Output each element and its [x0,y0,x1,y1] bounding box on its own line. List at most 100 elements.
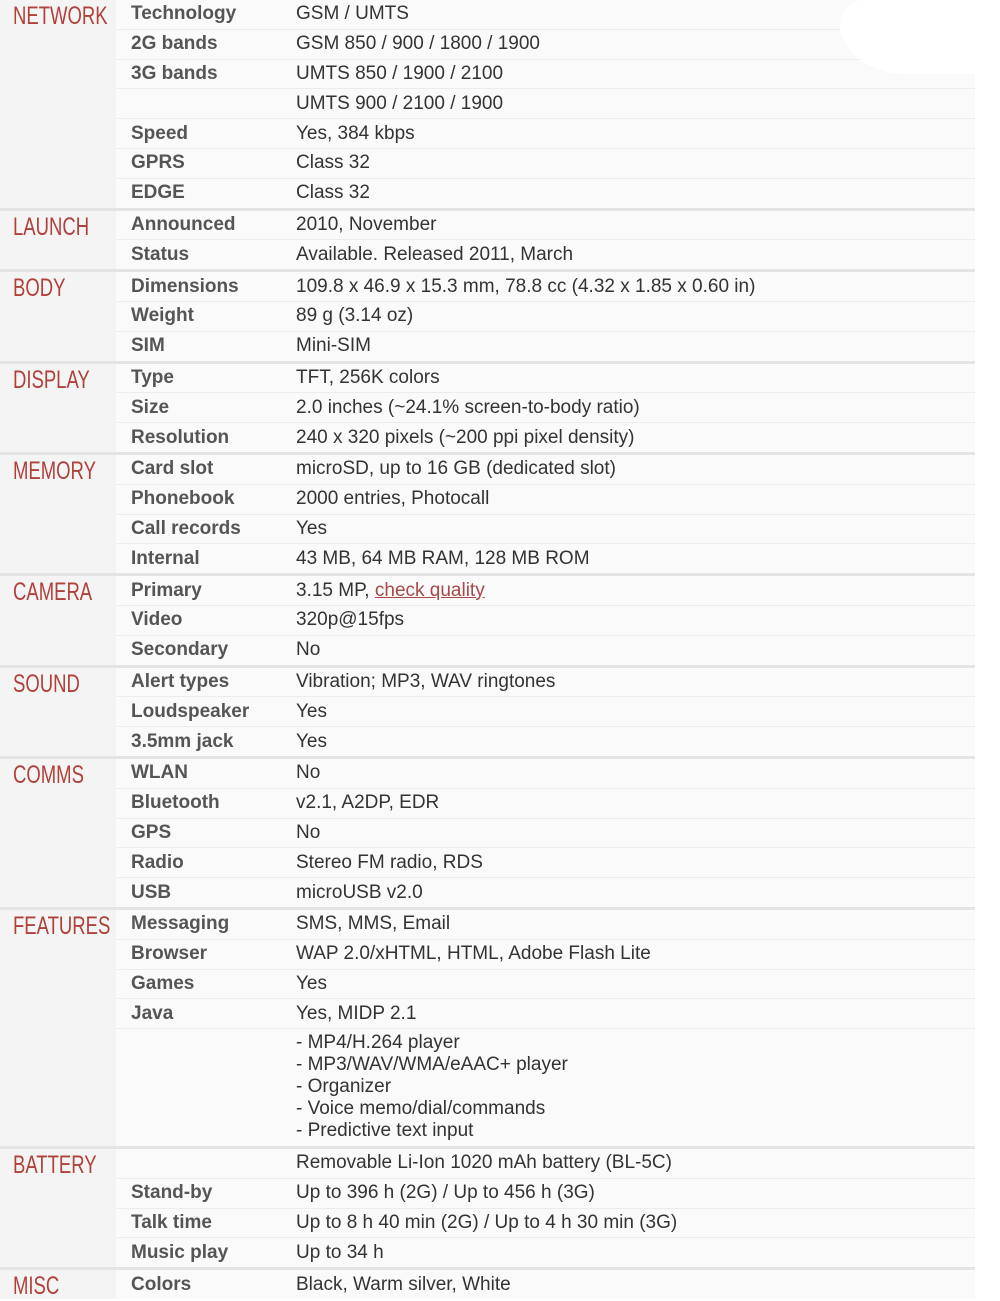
spec-title: 2G bands [131,33,218,55]
section-header: CAMERA [0,576,116,665]
section-title: BODY [13,274,66,303]
spec-row: Call records Yes [116,513,975,544]
spec-row: Status Available. Released 2011, March [116,239,975,269]
spec-title: Secondary [131,639,229,661]
section-header: COMMS [0,758,116,907]
spec-title: Bluetooth [131,792,220,814]
spec-title: Games [131,972,195,994]
spec-value: No [296,821,321,843]
spec-row: Type TFT, 256K colors [116,364,975,393]
spec-row: Resolution 240 x 320 pixels (~200 ppi pix… [116,422,975,452]
spec-value: 2000 entries, Photocall [296,488,490,510]
spec-row: Card slot microSD, up to 16 GB (dedicated… [116,455,975,484]
spec-value: Yes, MIDP 2.1 [296,1002,417,1024]
spec-value: microSD, up to 16 GB (dedicated slot) [296,458,616,480]
spec-row: Internal 43 MB, 64 MB RAM, 128 MB ROM [116,543,975,573]
spec-row: Speed Yes, 384 kbps [116,118,975,148]
spec-section-sound: SOUND Alert types Vibration; MP3, WAV ring… [0,664,975,756]
spec-value: 240 x 320 pixels (~200 ppi pixel density… [296,426,635,448]
section-title: CAMERA [13,578,93,607]
spec-title: Video [131,609,183,631]
spec-row: 3.5mm jack Yes [116,726,975,756]
spec-title: Java [131,1002,174,1024]
section-header: MISC [0,1270,116,1301]
spec-title: Speed [131,122,189,144]
spec-title: GPS [131,821,172,843]
spec-title: Internal [131,547,200,569]
spec-value: Vibration; MP3, WAV ringtones [296,670,556,692]
overlay-blob [840,0,1000,74]
section-header: FEATURES [0,909,116,1147]
spec-title: Technology [131,3,237,25]
spec-value: Yes [296,517,327,539]
spec-section-misc: MISC Colors Black, Warm silver, White [0,1267,975,1301]
spec-section-body: BODY Dimensions 109.8 x 46.9 x 15.3 mm, 78… [0,269,975,361]
spec-value: 3.15 MP, check quality [281,580,975,602]
spec-value: 2.0 inches (~24.1% screen-to-body ratio) [296,396,640,418]
spec-value: Yes, 384 kbps [296,122,415,144]
spec-value: TFT, 256K colors [296,366,440,388]
spec-value: Black, Warm silver, White [296,1273,511,1295]
spec-value: v2.1, A2DP, EDR [296,792,440,814]
spec-title: Messaging [131,913,230,935]
spec-section-memory: MEMORY Card slot microSD, up to 16 GB (ded… [0,451,975,574]
spec-section-display: DISPLAY Type TFT, 256K colors Size 2.0 inche… [0,360,975,452]
section-header: NETWORK [0,0,116,208]
check-quality-link[interactable]: check quality [375,580,485,601]
spec-title: GPRS [131,152,185,174]
spec-title: EDGE [131,182,185,204]
spec-value: - MP4/H.264 player - MP3/WAV/WMA/eAAC+ p… [296,1032,568,1142]
spec-value: Yes [296,972,327,994]
spec-value: Up to 396 h (2G) / Up to 456 h (3G) [296,1182,595,1204]
section-title: MEMORY [13,456,96,485]
spec-value: microUSB v2.0 [296,881,423,903]
spec-row: - MP4/H.264 player - MP3/WAV/WMA/eAAC+ p… [116,1028,975,1146]
spec-value: No [296,762,321,784]
spec-row: Messaging SMS, MMS, Email [116,910,975,939]
spec-value: Up to 8 h 40 min (2G) / Up to 4 h 30 min… [296,1212,678,1234]
spec-value: Class 32 [296,182,370,204]
spec-row: Java Yes, MIDP 2.1 [116,998,975,1028]
spec-value-text: 3.15 MP, [296,579,375,601]
spec-title: Radio [131,851,184,873]
spec-row: USB microUSB v2.0 [116,877,975,907]
section-title: FEATURES [13,911,111,940]
spec-title: Resolution [131,426,230,448]
spec-title: Call records [131,517,241,539]
spec-row: Colors Black, Warm silver, White [116,1270,975,1299]
spec-row: WLAN No [116,759,975,788]
spec-value: UMTS 900 / 2100 / 1900 [296,92,504,114]
spec-title: USB [131,881,172,903]
spec-row: Browser WAP 2.0/xHTML, HTML, Adobe Flash … [116,938,975,969]
section-header: DISPLAY [0,363,116,452]
spec-title: Stand-by [131,1182,213,1204]
section-header: MEMORY [0,454,116,574]
spec-title: Browser [131,943,208,965]
spec-value: Mini-SIM [296,335,371,357]
spec-value: 2010, November [296,213,437,235]
spec-title: Card slot [131,458,214,480]
spec-value: Stereo FM radio, RDS [296,851,483,873]
spec-row: Announced 2010, November [116,211,975,240]
spec-section-battery: BATTERY Removable Li-Ion 1020 mAh battery… [0,1146,975,1268]
spec-row: Bluetooth v2.1, A2DP, EDR [116,787,975,818]
section-title: MISC [13,1272,60,1301]
spec-title: Colors [131,1273,192,1295]
spec-value: Up to 34 h [296,1241,384,1263]
spec-title: Type [131,366,174,388]
section-header: BODY [0,272,116,361]
section-title: NETWORK [13,2,108,30]
spec-row: Music play Up to 34 h [116,1237,975,1267]
spec-section-launch: LAUNCH Announced 2010, November Status Avail… [0,207,975,270]
spec-row: EDGE Class 32 [116,177,975,208]
spec-section-network: NETWORK Technology GSM / UMTS 2G bands GSM 8… [0,0,975,208]
spec-row: Games Yes [116,968,975,999]
spec-row: Weight 89 g (3.14 oz) [116,300,975,331]
spec-title: WLAN [131,762,188,784]
spec-value: 109.8 x 46.9 x 15.3 mm, 78.8 cc (4.32 x … [296,275,756,297]
spec-row: Alert types Vibration; MP3, WAV ringtones [116,668,975,697]
spec-row: Size 2.0 inches (~24.1% screen-to-body ra… [116,392,975,422]
spec-value: Yes [296,700,327,722]
section-header: BATTERY [0,1149,116,1268]
spec-row: Loudspeaker Yes [116,696,975,726]
